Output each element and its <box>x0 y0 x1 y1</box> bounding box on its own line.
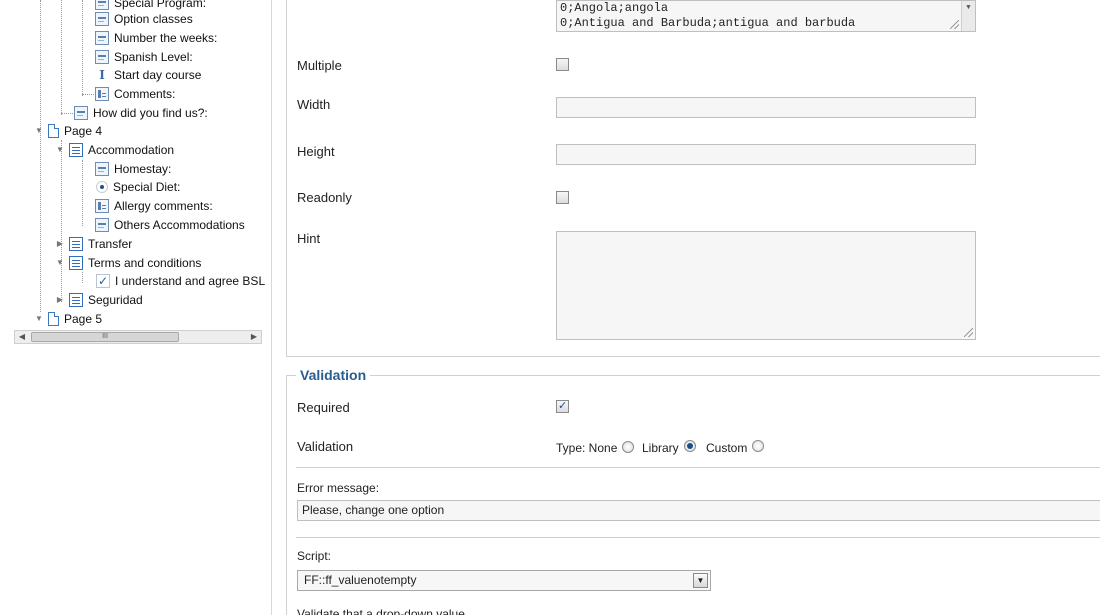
field-icon <box>74 106 88 120</box>
form-tree-panel: Special Program: Option classes Number t… <box>0 0 272 615</box>
checkbox-icon: ✓ <box>96 274 110 288</box>
height-label: Height <box>297 144 335 159</box>
group-icon <box>69 293 83 307</box>
tree-guide-line <box>61 0 62 115</box>
type-library-label: Library <box>642 441 679 455</box>
field-icon <box>95 0 109 10</box>
tree-item-transfer[interactable]: ▶ Transfer <box>55 235 132 253</box>
type-custom-radio[interactable] <box>752 440 764 452</box>
type-none-label: Type: None <box>556 441 618 455</box>
validation-label: Validation <box>297 439 354 454</box>
field-icon <box>95 50 109 64</box>
field-icon <box>95 218 109 232</box>
tree-item-terms[interactable]: ▼ Terms and conditions <box>55 254 201 272</box>
validation-fieldset-border <box>286 375 287 615</box>
tree-item-number-weeks[interactable]: Number the weeks: <box>95 29 217 47</box>
group-icon <box>69 143 83 157</box>
tree-item-others-accommodations[interactable]: Others Accommodations <box>95 216 245 234</box>
tree-guide-line <box>82 94 94 95</box>
tree-guide-line <box>40 0 41 312</box>
date-icon: I <box>99 68 105 82</box>
field-properties-form: 0;Angola;angola 0;Antigua and Barbuda;an… <box>286 0 1100 615</box>
group-icon <box>69 256 83 270</box>
expand-toggle-icon[interactable]: ▼ <box>55 141 65 159</box>
tree-guide-line <box>82 272 83 283</box>
validation-legend: Validation <box>296 367 371 383</box>
tree-item-spanish-level[interactable]: Spanish Level: <box>95 48 193 66</box>
expand-toggle-icon[interactable]: ▼ <box>55 254 65 272</box>
validation-fieldset <box>286 375 1100 376</box>
type-library-radio[interactable] <box>684 440 696 452</box>
multiple-label: Multiple <box>297 58 342 73</box>
textarea-icon <box>95 199 109 213</box>
expand-toggle-icon[interactable]: ▶ <box>55 235 65 253</box>
width-input[interactable] <box>556 97 976 118</box>
tree-item-agree-bsl[interactable]: ✓ I understand and agree BSL <box>96 272 265 290</box>
divider <box>296 537 1100 538</box>
textarea-icon <box>95 87 109 101</box>
tree-item-start-day[interactable]: I Start day course <box>95 66 201 84</box>
tree-guide-line <box>82 160 83 226</box>
tree-item-accommodation[interactable]: ▼ Accommodation <box>55 141 174 159</box>
tree-item-homestay[interactable]: Homestay: <box>95 160 171 178</box>
tree-guide-line <box>82 0 83 96</box>
tree-item-special-diet[interactable]: Special Diet: <box>96 178 180 196</box>
tree-item-how-find[interactable]: How did you find us?: <box>74 104 208 122</box>
tree-item-allergy-comments[interactable]: Allergy comments: <box>95 197 213 215</box>
type-none-radio[interactable] <box>622 441 634 453</box>
resize-grip-icon[interactable] <box>964 328 973 337</box>
scroll-right-icon[interactable]: ▶ <box>247 331 261 343</box>
divider <box>296 467 1100 468</box>
error-message-label: Error message: <box>297 481 380 495</box>
group-icon <box>69 237 83 251</box>
scroll-thumb[interactable]: III <box>31 332 179 342</box>
script-label: Script: <box>297 549 332 563</box>
page-icon <box>48 312 59 326</box>
tree-item-option-classes[interactable]: Option classes <box>95 10 193 28</box>
field-icon <box>95 31 109 45</box>
readonly-checkbox[interactable] <box>556 191 569 204</box>
chevron-down-icon[interactable]: ▼ <box>693 573 708 588</box>
width-label: Width <box>297 97 331 112</box>
tree-item-page-4[interactable]: ▼ Page 4 <box>34 122 102 140</box>
field-icon <box>95 12 109 26</box>
script-description: Validate that a drop-down value... <box>297 607 475 615</box>
error-message-input[interactable]: Please, change one option <box>297 500 1100 521</box>
scroll-down-icon[interactable]: ▼ <box>961 1 975 31</box>
hint-textarea[interactable] <box>556 231 976 340</box>
tree-item-comments[interactable]: Comments: <box>95 85 175 103</box>
expand-toggle-icon[interactable]: ▼ <box>34 310 44 328</box>
resize-grip-icon[interactable] <box>950 20 959 29</box>
field-icon <box>95 162 109 176</box>
options-textarea[interactable]: 0;Angola;angola 0;Antigua and Barbuda;an… <box>556 0 976 32</box>
multiple-checkbox[interactable] <box>556 58 569 71</box>
type-custom-label: Custom <box>706 441 748 455</box>
tree-guide-line <box>61 113 73 114</box>
tree-item-seguridad[interactable]: ▶ Seguridad <box>55 291 143 309</box>
required-label: Required <box>297 400 350 415</box>
readonly-label: Readonly <box>297 190 352 205</box>
tree-guide-line <box>61 140 62 302</box>
required-checkbox[interactable] <box>556 399 569 413</box>
tree-horizontal-scrollbar[interactable]: ◀ III ▶ <box>14 330 262 344</box>
page-icon <box>48 124 59 138</box>
radio-icon <box>96 181 108 193</box>
hint-label: Hint <box>297 231 321 246</box>
expand-toggle-icon[interactable]: ▼ <box>34 122 44 140</box>
expand-toggle-icon[interactable]: ▶ <box>55 291 65 309</box>
height-input[interactable] <box>556 144 976 165</box>
scroll-left-icon[interactable]: ◀ <box>15 331 29 343</box>
tree-item-page-5[interactable]: ▼ Page 5 <box>34 310 102 328</box>
script-select[interactable]: FF::ff_valuenotempty ▼ <box>297 570 711 591</box>
